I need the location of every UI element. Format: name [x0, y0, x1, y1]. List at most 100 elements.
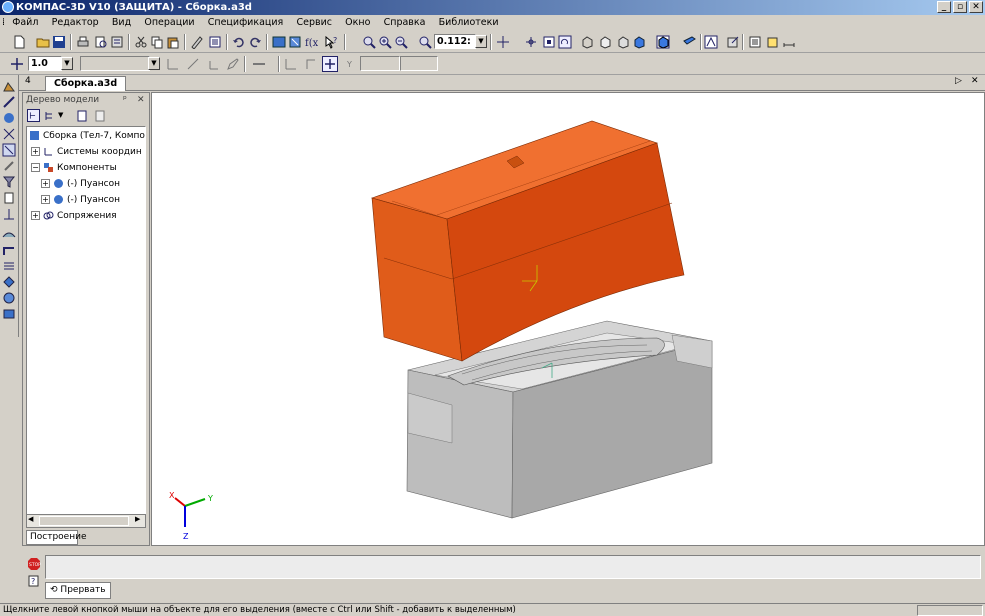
edit-component-icon[interactable] — [726, 35, 740, 49]
tree-horizontal-scrollbar[interactable]: ◀ ▶ — [26, 514, 146, 528]
help-topic-icon[interactable]: ? — [27, 574, 41, 588]
app-icon[interactable] — [2, 1, 14, 13]
pin-button[interactable]: ᵖ — [123, 93, 127, 107]
halftone-icon[interactable] — [632, 35, 646, 49]
local-cs-icon[interactable] — [208, 57, 222, 71]
spec-v-icon[interactable] — [2, 275, 16, 289]
cut-icon[interactable] — [134, 35, 148, 49]
help-pointer-icon[interactable]: ? — [324, 35, 338, 49]
array-icon[interactable] — [2, 259, 16, 273]
tree-item-part-1[interactable]: + (-) Пуансон — [41, 177, 120, 191]
tree-item-root[interactable]: Сборка (Тел-7, Компонен — [29, 129, 145, 143]
trim-icon[interactable] — [304, 57, 318, 71]
spec-icon[interactable] — [748, 35, 762, 49]
filter-icon[interactable] — [2, 175, 16, 189]
menu-service[interactable]: Сервис — [291, 15, 337, 31]
variables-icon[interactable] — [288, 35, 302, 49]
copy-icon[interactable] — [150, 35, 164, 49]
diagnostics-icon[interactable] — [2, 191, 16, 205]
print-icon[interactable] — [76, 35, 90, 49]
scroll-right-arrow[interactable]: ▶ — [135, 515, 140, 523]
expand-toggle[interactable]: + — [31, 211, 40, 220]
undo-icon[interactable] — [232, 35, 246, 49]
tree-item-components[interactable]: − Компоненты — [31, 161, 117, 175]
coordinates-icon[interactable]: Y — [346, 57, 360, 71]
shift-icon[interactable] — [2, 95, 16, 109]
x-coord-field[interactable] — [360, 56, 400, 71]
sheet-metal-icon[interactable] — [2, 243, 16, 257]
menu-operations[interactable]: Операции — [139, 15, 199, 31]
y-coord-field[interactable] — [400, 56, 438, 71]
surface-icon[interactable] — [2, 227, 16, 241]
cursor-step-field[interactable]: 1.0 — [28, 56, 62, 71]
rotate-icon[interactable] — [558, 35, 572, 49]
paste-icon[interactable] — [166, 35, 180, 49]
layers-icon[interactable] — [272, 35, 286, 49]
properties-icon[interactable] — [110, 35, 124, 49]
redo-icon[interactable] — [248, 35, 262, 49]
menu-view[interactable]: Вид — [107, 15, 136, 31]
step-dropdown-arrow[interactable]: ▼ — [61, 57, 73, 70]
close-button[interactable]: ✕ — [969, 1, 983, 13]
new-file-icon[interactable] — [12, 35, 26, 49]
sketch-icon[interactable] — [704, 35, 718, 49]
zoom-out-icon[interactable] — [394, 35, 408, 49]
punch-part[interactable] — [371, 120, 685, 362]
build-tree-tab[interactable]: Построение — [26, 530, 87, 545]
zoom-field[interactable]: 0.112: — [434, 34, 476, 49]
tree-item-part-2[interactable]: + (-) Пуансон — [41, 193, 120, 207]
render-icon[interactable] — [2, 291, 16, 305]
tree-view-icon[interactable] — [43, 109, 57, 123]
tab-close-button[interactable]: ✕ — [971, 76, 979, 86]
zoom-in-icon[interactable] — [378, 35, 392, 49]
zoom-scale-icon[interactable] — [418, 35, 432, 49]
mate-icon[interactable] — [2, 127, 16, 141]
ortho-icon[interactable] — [166, 57, 180, 71]
panel-close-button[interactable]: ✕ — [137, 93, 145, 107]
tools-icon[interactable] — [2, 159, 16, 173]
assembly-model[interactable]: X Y Z — [152, 93, 984, 545]
menu-libraries[interactable]: Библиотеки — [434, 15, 504, 31]
edit-part-icon[interactable] — [2, 79, 16, 93]
hidden-lines-icon[interactable] — [598, 35, 612, 49]
component-icon[interactable] — [2, 111, 16, 125]
cursor-step-icon[interactable] — [10, 57, 24, 71]
restore-button[interactable]: ▫ — [953, 1, 967, 13]
menu-specification[interactable]: Спецификация — [203, 15, 289, 31]
measure-v-icon[interactable] — [2, 207, 16, 221]
line-style-icon[interactable] — [252, 57, 266, 71]
report-icon[interactable] — [766, 35, 780, 49]
function-icon[interactable]: f(x) — [304, 35, 318, 49]
model-viewport[interactable]: X Y Z — [151, 92, 985, 546]
tree-item-mates[interactable]: + Сопряжения — [31, 209, 117, 223]
scroll-thumb[interactable] — [39, 516, 129, 526]
command-field[interactable] — [45, 555, 981, 579]
show-all-icon[interactable] — [524, 35, 538, 49]
manager-icon[interactable] — [208, 35, 222, 49]
zoom-window-icon[interactable] — [362, 35, 376, 49]
snap-icon[interactable] — [186, 57, 200, 71]
zoom-dropdown-arrow[interactable]: ▼ — [475, 35, 487, 48]
abort-button[interactable]: ⟲ Прервать — [45, 582, 111, 599]
no-hidden-icon[interactable] — [616, 35, 630, 49]
stop-icon[interactable]: STOP — [27, 557, 41, 571]
tree-filter-icon[interactable] — [75, 109, 89, 123]
layer-dropdown-arrow[interactable]: ▼ — [148, 57, 160, 70]
print-preview-icon[interactable] — [94, 35, 108, 49]
menu-file[interactable]: Файл — [7, 15, 43, 31]
expand-toggle[interactable]: + — [31, 147, 40, 156]
grid-snap-icon[interactable] — [322, 56, 338, 72]
menu-help[interactable]: Справка — [379, 15, 431, 31]
tree-mode-icon[interactable] — [27, 109, 40, 122]
halftone-edges-icon[interactable] — [656, 35, 670, 49]
pan-icon[interactable] — [496, 35, 510, 49]
open-folder-icon[interactable] — [36, 35, 50, 49]
library-icon[interactable] — [2, 307, 16, 321]
expand-toggle[interactable]: + — [41, 195, 50, 204]
tab-assembly[interactable]: Сборка.a3d — [45, 76, 127, 91]
expand-toggle[interactable]: − — [31, 163, 40, 172]
measure-icon[interactable] — [782, 35, 796, 49]
tree-item-coordinates[interactable]: + Системы координ — [31, 145, 142, 159]
orient-icon[interactable] — [542, 35, 556, 49]
wireframe-icon[interactable] — [580, 35, 594, 49]
